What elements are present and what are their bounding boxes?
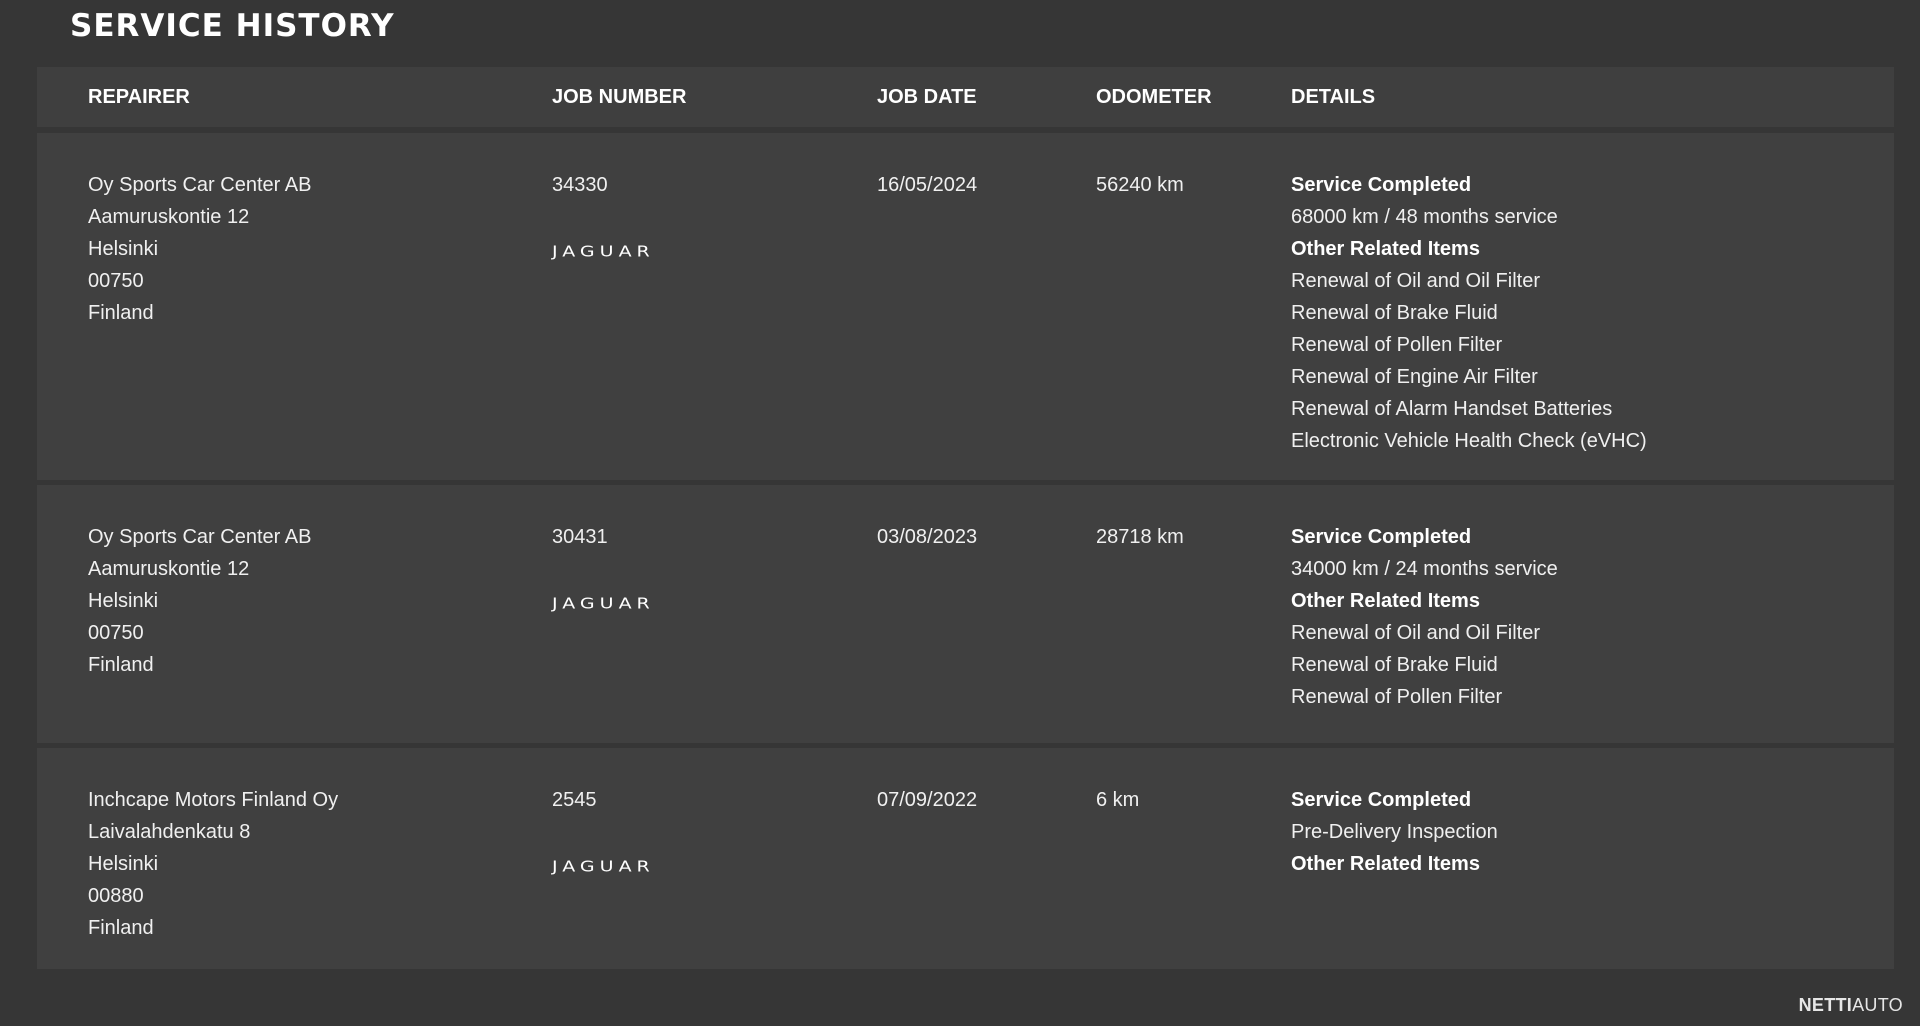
- repairer-street: Aamuruskontie 12: [88, 206, 250, 228]
- related-item: Renewal of Pollen Filter: [1291, 686, 1503, 708]
- service-description: 68000 km / 48 months service: [1291, 206, 1558, 228]
- column-header-odometer: ODOMETER: [1096, 86, 1212, 108]
- details-cell: Service Completed 34000 km / 24 months s…: [1291, 521, 1851, 713]
- details-heading: Service Completed: [1291, 526, 1472, 548]
- watermark-part-1: NETTI: [1798, 995, 1853, 1015]
- repairer-postcode: 00750: [88, 270, 144, 292]
- details-cell: Service Completed Pre-Delivery Inspectio…: [1291, 784, 1851, 880]
- odometer-value: 56240 km: [1096, 174, 1184, 196]
- jaguar-logo: JAGUAR: [552, 858, 655, 876]
- column-header-repairer: REPAIRER: [88, 86, 190, 108]
- job-number-cell: 34330 JAGUAR: [552, 169, 852, 263]
- repairer-country: Finland: [88, 302, 154, 324]
- watermark-part-2: AUTO: [1852, 995, 1903, 1015]
- odometer-cell: 56240 km: [1096, 169, 1184, 201]
- other-items-heading: Other Related Items: [1291, 590, 1480, 612]
- job-date-cell: 07/09/2022: [877, 784, 977, 816]
- jaguar-logo: JAGUAR: [552, 243, 655, 261]
- repairer-name: Inchcape Motors Finland Oy: [88, 789, 339, 811]
- job-date: 07/09/2022: [877, 789, 978, 811]
- table-header: REPAIRER JOB NUMBER JOB DATE ODOMETER DE…: [37, 67, 1894, 127]
- related-item: Renewal of Brake Fluid: [1291, 302, 1498, 324]
- table-row: Oy Sports Car Center AB Aamuruskontie 12…: [37, 133, 1894, 480]
- related-item: Electronic Vehicle Health Check (eVHC): [1291, 430, 1647, 452]
- details-heading: Service Completed: [1291, 174, 1472, 196]
- repairer-street: Laivalahdenkatu 8: [88, 821, 251, 843]
- service-description: 34000 km / 24 months service: [1291, 558, 1558, 580]
- job-date: 03/08/2023: [877, 526, 978, 548]
- column-header-job-number: JOB NUMBER: [552, 86, 687, 108]
- related-item: Renewal of Oil and Oil Filter: [1291, 622, 1540, 644]
- related-item: Renewal of Alarm Handset Batteries: [1291, 398, 1613, 420]
- related-item: Renewal of Engine Air Filter: [1291, 366, 1538, 388]
- odometer-value: 6 km: [1096, 789, 1140, 811]
- other-items-heading: Other Related Items: [1291, 238, 1480, 260]
- related-item: Renewal of Brake Fluid: [1291, 654, 1498, 676]
- odometer-cell: 6 km: [1096, 784, 1139, 816]
- jaguar-logo: JAGUAR: [552, 595, 655, 613]
- repairer-postcode: 00750: [88, 622, 144, 644]
- repairer-cell: Oy Sports Car Center AB Aamuruskontie 12…: [88, 521, 528, 681]
- related-item: Renewal of Pollen Filter: [1291, 334, 1503, 356]
- service-description: Pre-Delivery Inspection: [1291, 821, 1498, 843]
- job-number-cell: 30431 JAGUAR: [552, 521, 852, 615]
- repairer-cell: Inchcape Motors Finland Oy Laivalahdenka…: [88, 784, 528, 944]
- odometer-cell: 28718 km: [1096, 521, 1184, 553]
- repairer-city: Helsinki: [88, 590, 159, 612]
- service-history-table: REPAIRER JOB NUMBER JOB DATE ODOMETER DE…: [37, 67, 1894, 969]
- nettiauto-watermark: NETTIAUTO: [1799, 995, 1903, 1016]
- repairer-postcode: 00880: [88, 885, 144, 907]
- repairer-city: Helsinki: [88, 238, 159, 260]
- job-number-cell: 2545 JAGUAR: [552, 784, 852, 878]
- repairer-country: Finland: [88, 654, 154, 676]
- column-header-details: DETAILS: [1291, 86, 1376, 108]
- page-title: SERVICE HISTORY: [70, 8, 395, 44]
- repairer-name: Oy Sports Car Center AB: [88, 526, 312, 548]
- details-cell: Service Completed 68000 km / 48 months s…: [1291, 169, 1851, 457]
- job-number: 30431: [552, 526, 608, 548]
- table-row: Oy Sports Car Center AB Aamuruskontie 12…: [37, 485, 1894, 743]
- details-heading: Service Completed: [1291, 789, 1472, 811]
- job-number: 34330: [552, 174, 608, 196]
- job-date-cell: 16/05/2024: [877, 169, 977, 201]
- job-date-cell: 03/08/2023: [877, 521, 977, 553]
- repairer-name: Oy Sports Car Center AB: [88, 174, 312, 196]
- related-item: Renewal of Oil and Oil Filter: [1291, 270, 1540, 292]
- column-header-job-date: JOB DATE: [877, 86, 977, 108]
- repairer-street: Aamuruskontie 12: [88, 558, 250, 580]
- odometer-value: 28718 km: [1096, 526, 1184, 548]
- table-row: Inchcape Motors Finland Oy Laivalahdenka…: [37, 748, 1894, 969]
- repairer-city: Helsinki: [88, 853, 159, 875]
- job-number: 2545: [552, 789, 597, 811]
- job-date: 16/05/2024: [877, 174, 978, 196]
- other-items-heading: Other Related Items: [1291, 853, 1480, 875]
- repairer-cell: Oy Sports Car Center AB Aamuruskontie 12…: [88, 169, 528, 329]
- repairer-country: Finland: [88, 917, 154, 939]
